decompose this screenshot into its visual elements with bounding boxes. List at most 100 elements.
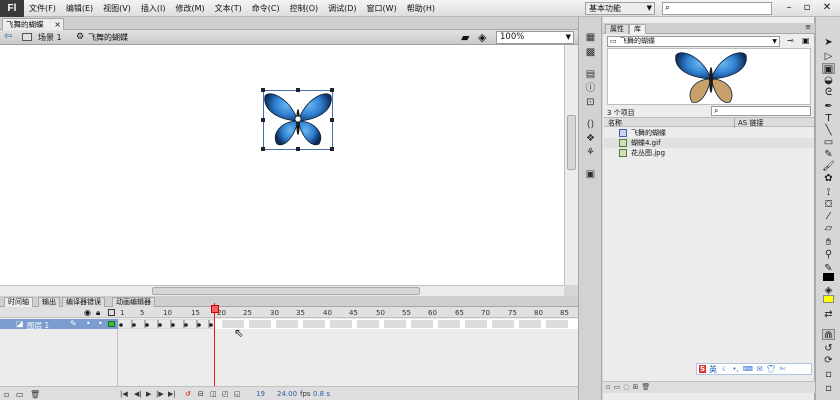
tab-output[interactable]: 输出 [38, 297, 60, 307]
library-item[interactable]: 花丛图.jpg [604, 148, 814, 158]
scroll-thumb[interactable] [567, 115, 576, 170]
menu-window[interactable]: 窗口(W) [362, 0, 402, 17]
go-to-last-frame-button[interactable]: ▶| [168, 390, 176, 398]
menu-view[interactable]: 视图(V) [98, 0, 136, 17]
keyboard-icon[interactable]: ⌨ [743, 365, 753, 373]
tab-timeline[interactable]: 时间轴 [4, 297, 33, 307]
current-frame[interactable]: 19 [256, 390, 265, 398]
scene-panel-icon[interactable]: ▣ [584, 169, 597, 180]
zoom-tool-icon[interactable]: ⚲ [822, 249, 835, 260]
transform-handle[interactable] [261, 118, 265, 122]
bone-tool-icon[interactable]: ⟟ [822, 187, 835, 198]
panel-menu-icon[interactable]: ≡ [805, 23, 811, 31]
transform-handle[interactable] [261, 147, 265, 151]
straighten-icon[interactable]: ⟳ [822, 355, 835, 366]
option-icon[interactable]: ▫ [822, 383, 835, 394]
loop-icon[interactable]: ↺ [185, 390, 191, 398]
eyedropper-tool-icon[interactable]: ⁄ [822, 211, 835, 222]
playhead-marker[interactable] [211, 305, 219, 313]
shirt-icon[interactable]: 👕︎ [767, 365, 776, 373]
selection-tool-icon[interactable]: ➤ [822, 37, 835, 48]
color-panel-icon[interactable]: ▦ [584, 32, 597, 43]
center-frame-icon[interactable]: ⊟ [198, 390, 204, 398]
help-search-input[interactable]: ⌕ [662, 2, 772, 15]
text-tool-icon[interactable]: T [822, 113, 835, 124]
snap-to-objects-icon[interactable]: ⋒ [822, 329, 835, 341]
stage-canvas[interactable] [0, 45, 564, 285]
trash-icon[interactable]: 🗑︎ [30, 390, 40, 399]
new-layer-icon[interactable]: ▫ [4, 390, 9, 399]
align-panel-icon[interactable]: ▤ [584, 69, 597, 80]
library-search-input[interactable]: ⌕ [711, 106, 811, 116]
library-item[interactable]: 蝴蝶4.gif [604, 138, 814, 148]
lock-icon[interactable]: 🔒︎ [96, 308, 100, 318]
close-icon[interactable]: × [54, 19, 61, 30]
onion-outline-icon[interactable]: ◰ [222, 390, 229, 398]
tab-compiler-errors[interactable]: 编译器错误 [62, 297, 105, 307]
motion-presets-icon[interactable]: ⚘ [584, 147, 597, 158]
transform-handle[interactable] [330, 118, 334, 122]
visibility-dot-icon[interactable]: • [86, 319, 91, 328]
frame-track[interactable] [117, 318, 578, 330]
wrench-icon[interactable]: ✄ [780, 365, 786, 373]
option-icon[interactable]: ▫ [822, 369, 835, 380]
menu-text[interactable]: 文本(T) [210, 0, 247, 17]
menu-commands[interactable]: 命令(C) [247, 0, 285, 17]
minimize-button[interactable]: – [780, 1, 798, 15]
play-button[interactable]: ▶ [146, 390, 151, 398]
workspace-switcher[interactable]: 基本功能 ▼ [585, 2, 655, 15]
step-back-button[interactable]: ◀| [134, 390, 142, 398]
swatches-panel-icon[interactable]: ▩ [584, 47, 597, 58]
moon-icon[interactable]: ☾ [722, 365, 728, 373]
outline-icon[interactable] [108, 309, 115, 316]
layer-color-icon[interactable] [108, 321, 115, 327]
skin-icon[interactable]: ✉ [757, 365, 763, 373]
menu-insert[interactable]: 插入(I) [136, 0, 171, 17]
frames-area[interactable] [118, 329, 578, 386]
menu-debug[interactable]: 调试(D) [323, 0, 361, 17]
hand-tool-icon[interactable]: ✋︎ [822, 237, 835, 248]
document-tab[interactable]: 飞舞的蝴蝶 × [2, 18, 64, 30]
transform-handle[interactable] [261, 88, 265, 92]
tab-properties[interactable]: 属性 [605, 24, 629, 34]
onion-skin-icon[interactable]: ◫ [210, 390, 217, 398]
ime-language[interactable]: 英 [709, 364, 717, 375]
edit-scene-icon[interactable]: ▰ [461, 31, 469, 44]
edit-symbols-icon[interactable]: ◈ [478, 31, 486, 44]
lock-dot-icon[interactable]: • [98, 319, 103, 328]
symbol-breadcrumb[interactable]: 飞舞的蝴蝶 [88, 32, 128, 43]
frame-rate[interactable]: 24.00 [277, 390, 297, 398]
brush-tool-icon[interactable]: 🖌︎ [822, 161, 835, 172]
new-folder-icon[interactable]: ▭ [16, 390, 24, 399]
back-arrow-icon[interactable]: ⇦ [4, 31, 12, 42]
fill-color-swatch[interactable] [823, 295, 834, 303]
layers-area[interactable] [0, 329, 118, 386]
ime-toolbar[interactable]: S 英 ☾ •, ⌨ ✉ 👕︎ ✄ [696, 363, 812, 375]
pen-tool-icon[interactable]: ✒ [822, 101, 835, 112]
menu-file[interactable]: 文件(F) [24, 0, 61, 17]
transform-handle[interactable] [296, 88, 300, 92]
tab-motion-editor[interactable]: 动画编辑器 [112, 297, 155, 307]
column-name[interactable]: 名称 [608, 118, 622, 128]
menu-help[interactable]: 帮助(H) [402, 0, 440, 17]
step-forward-button[interactable]: |▶ [156, 390, 164, 398]
transform-panel-icon[interactable]: ⊡ [584, 97, 597, 108]
menu-control[interactable]: 控制(O) [285, 0, 324, 17]
edit-multiple-frames-icon[interactable]: ◱ [234, 390, 241, 398]
3d-rotation-tool-icon[interactable]: ◒ [822, 75, 835, 86]
transform-handle[interactable] [330, 147, 334, 151]
maximize-button[interactable]: ▫ [798, 1, 816, 15]
swap-colors-icon[interactable]: ⇄ [822, 309, 835, 320]
pencil-tool-icon[interactable]: ✎ [822, 149, 835, 160]
column-as-linkage[interactable]: AS 链接 [734, 118, 763, 128]
transform-handle[interactable] [330, 88, 334, 92]
transform-handle[interactable] [296, 147, 300, 151]
library-footer-icons[interactable]: ▫▭◌⊞🗑︎ [606, 383, 653, 391]
stage-vertical-scrollbar[interactable] [564, 45, 578, 285]
code-snippets-icon[interactable]: ⟨⟩ [584, 119, 597, 130]
new-library-icon[interactable]: ▣ [802, 36, 810, 45]
scroll-thumb[interactable] [152, 287, 420, 295]
pin-icon[interactable]: ⊸ [787, 36, 794, 45]
library-item[interactable]: 飞舞的蝴蝶 [604, 128, 814, 138]
deco-tool-icon[interactable]: ✿ [822, 173, 835, 184]
